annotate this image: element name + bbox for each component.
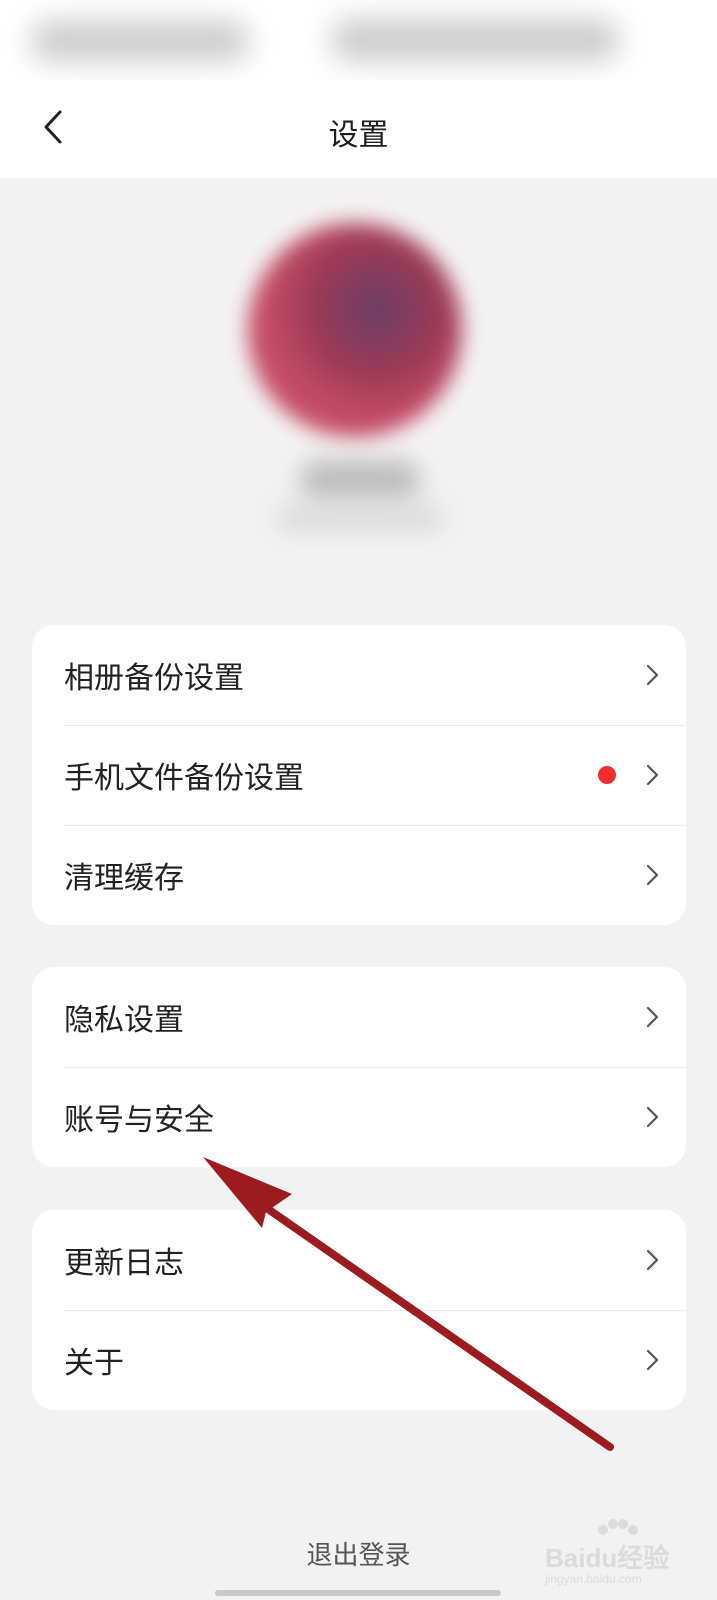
paw-icon — [598, 1519, 638, 1535]
nav-header: 设置 — [0, 80, 717, 178]
page-title: 设置 — [328, 118, 389, 153]
watermark-url: jingyan.baidu.com — [545, 1572, 642, 1586]
username-subtext-blur — [275, 503, 445, 533]
settings-item-clear-cache[interactable]: 清理缓存 — [32, 825, 686, 925]
settings-item-label: 关于 — [64, 1346, 124, 1381]
settings-item-label: 相册备份设置 — [64, 661, 244, 696]
chevron-right-icon — [646, 864, 659, 886]
watermark-brand: Baidu经验 — [545, 1543, 670, 1573]
settings-item-label: 更新日志 — [64, 1246, 184, 1281]
status-bar — [0, 0, 717, 80]
status-bar-left-blur — [30, 20, 250, 62]
settings-card-about: 更新日志 关于 — [32, 1210, 686, 1410]
settings-item-album-backup[interactable]: 相册备份设置 — [32, 625, 686, 725]
settings-item-privacy[interactable]: 隐私设置 — [32, 967, 686, 1067]
settings-card-privacy: 隐私设置 账号与安全 — [32, 967, 686, 1167]
chevron-right-icon — [646, 1249, 659, 1271]
settings-item-about[interactable]: 关于 — [32, 1310, 686, 1410]
chevron-right-icon — [646, 1349, 659, 1371]
settings-item-label: 清理缓存 — [64, 861, 184, 896]
chevron-right-icon — [646, 664, 659, 686]
settings-item-label: 账号与安全 — [64, 1103, 214, 1138]
status-bar-right-blur — [330, 18, 620, 62]
settings-item-label: 手机文件备份设置 — [64, 761, 304, 796]
notification-dot — [598, 766, 616, 784]
settings-card-backup: 相册备份设置 手机文件备份设置 清理缓存 — [32, 625, 686, 925]
home-indicator — [215, 1590, 501, 1596]
chevron-right-icon — [646, 764, 659, 786]
chevron-right-icon — [646, 1106, 659, 1128]
settings-item-account-security[interactable]: 账号与安全 — [32, 1067, 686, 1167]
settings-item-file-backup[interactable]: 手机文件备份设置 — [32, 725, 686, 825]
avatar[interactable] — [248, 223, 462, 437]
profile-section — [0, 178, 717, 618]
chevron-right-icon — [646, 1006, 659, 1028]
username-blur — [300, 460, 420, 500]
settings-item-changelog[interactable]: 更新日志 — [32, 1210, 686, 1310]
settings-item-label: 隐私设置 — [64, 1003, 184, 1038]
